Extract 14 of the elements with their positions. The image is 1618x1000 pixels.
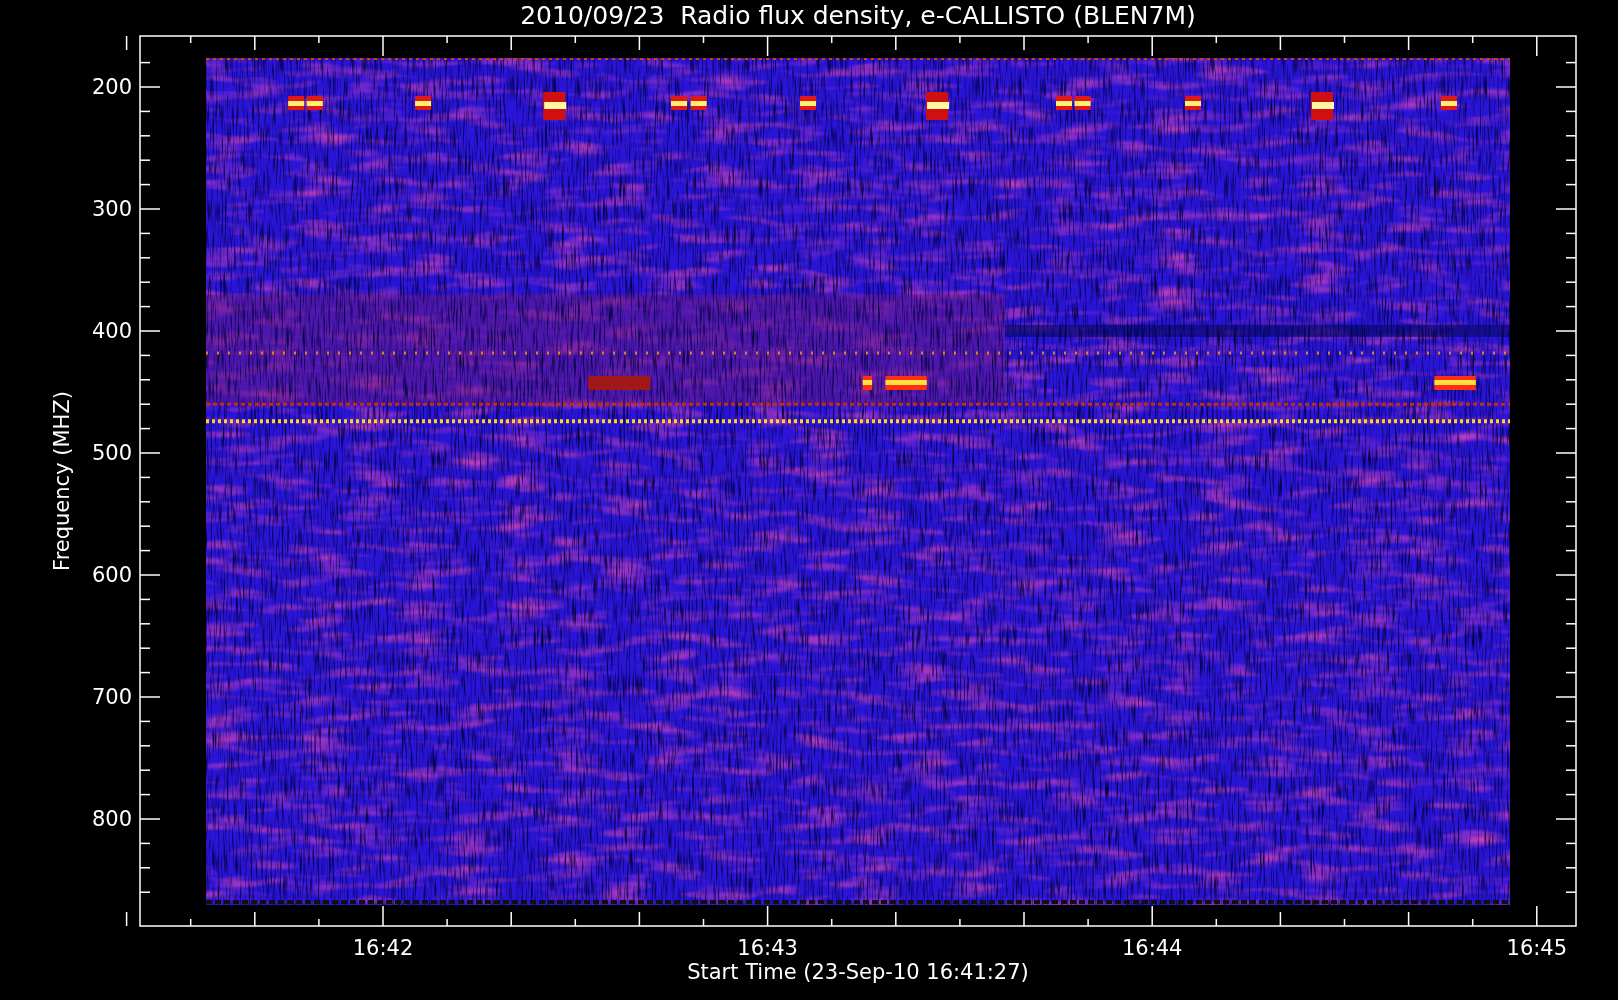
x-tick-label: 16:45 <box>1506 936 1568 960</box>
y-tick-label: 800 <box>91 807 132 831</box>
y-tick-label: 700 <box>91 685 132 709</box>
y-tick-label: 300 <box>91 197 132 221</box>
y-tick-label: 400 <box>91 319 132 343</box>
y-tick-label: 200 <box>91 75 132 99</box>
x-tick-label: 16:42 <box>352 936 414 960</box>
chart-title: 2010/09/23 Radio flux density, e-CALLISTO (BLEN7M) <box>520 1 1196 30</box>
x-tick-label: 16:44 <box>1121 936 1183 960</box>
x-tick-label: 16:43 <box>737 936 798 960</box>
y-tick-label: 500 <box>91 441 132 465</box>
y-tick-label: 600 <box>91 563 132 587</box>
x-axis-label: Start Time (23-Sep-10 16:41:27) <box>687 960 1029 984</box>
y-axis-label: Frequency (MHZ) <box>50 391 74 571</box>
